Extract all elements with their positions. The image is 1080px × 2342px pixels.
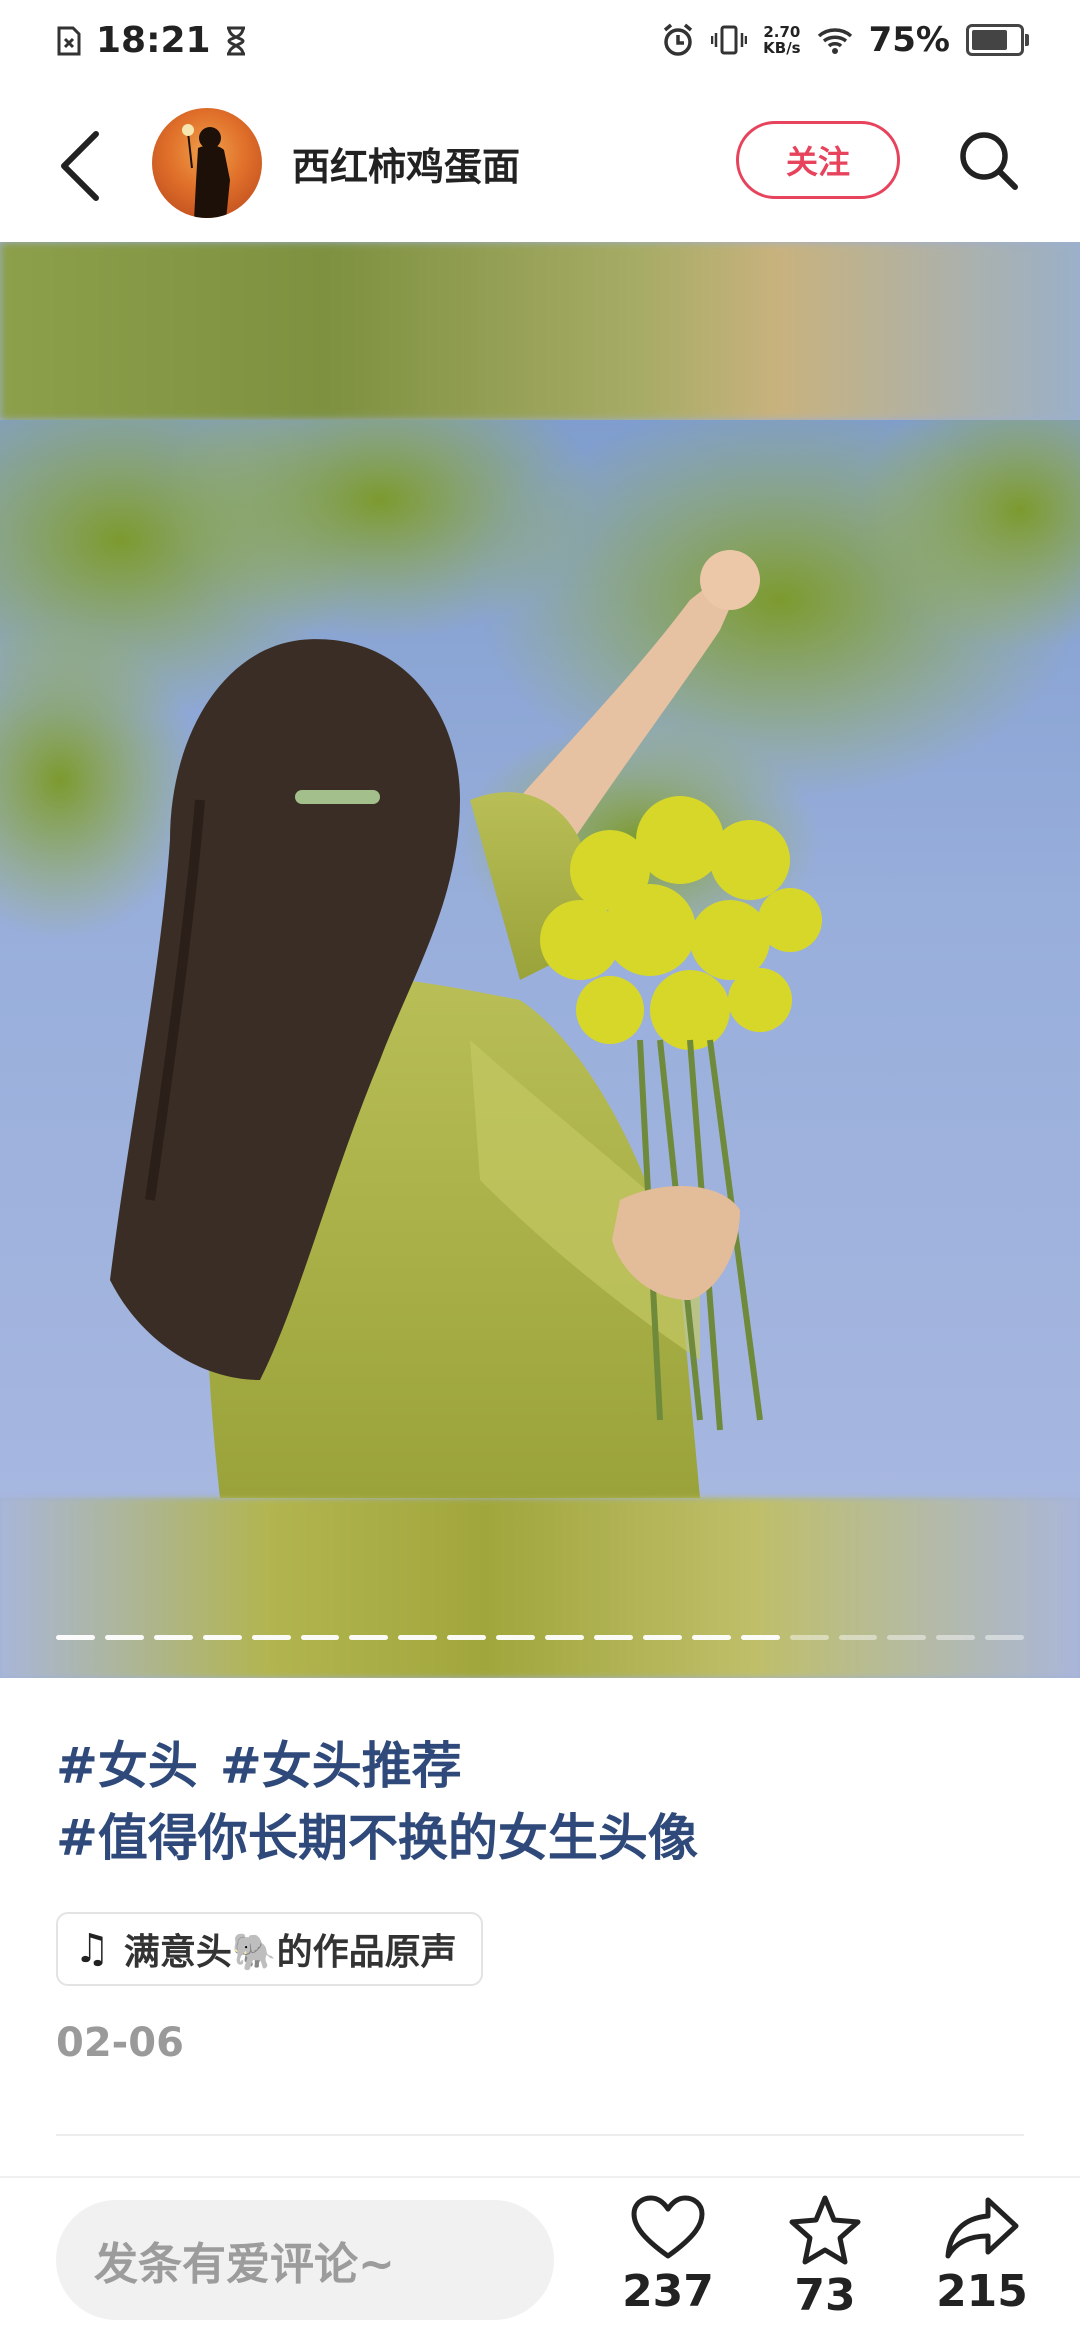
author-avatar[interactable] [152, 108, 262, 218]
sim-missing-icon [57, 26, 81, 55]
carousel-dot [496, 1635, 536, 1640]
hashtag-link[interactable]: #值得你长期不换的女生头像 [56, 1809, 698, 1867]
music-label: 满意头🐘的作品原声 [123, 1932, 457, 1973]
favorite-count: 73 [794, 2270, 856, 2321]
back-icon[interactable] [52, 128, 112, 204]
blurred-backdrop-bottom [0, 1498, 1080, 1678]
follow-button[interactable]: 关注 [736, 121, 900, 199]
carousel-page-indicator [56, 1635, 1025, 1643]
hashtag-link[interactable]: #女头 [56, 1737, 198, 1795]
alarm-icon [664, 23, 693, 56]
carousel-dot [56, 1635, 95, 1640]
battery-percent: 75% [868, 20, 950, 60]
heart-icon [631, 2195, 705, 2259]
post-header: 西红柿鸡蛋面 关注 [0, 100, 1080, 230]
carousel-dot [398, 1635, 438, 1640]
image-carousel[interactable] [0, 242, 1080, 1678]
status-bar: 18:21 2.70 KB/s 75% [0, 0, 1080, 84]
wifi-icon [817, 28, 852, 54]
share-arrow-icon [945, 2197, 1019, 2259]
battery-icon [966, 24, 1029, 56]
carousel-dot [789, 1635, 829, 1640]
vibrate-icon [711, 25, 748, 55]
carousel-dot [300, 1635, 340, 1640]
carousel-dot [447, 1635, 487, 1640]
search-icon[interactable] [954, 126, 1022, 194]
carousel-dot [104, 1635, 144, 1640]
status-time: 18:21 [96, 20, 211, 61]
carousel-dot [202, 1635, 242, 1640]
post-tags: #女头 #女头推荐 #值得你长期不换的女生头像 [56, 1730, 1036, 1874]
music-note-icon: ♫ [74, 1926, 110, 1972]
like-button[interactable]: 237 [608, 2194, 728, 2317]
bottom-action-bar: 发条有爱评论~ 237 73 215 [0, 2176, 1080, 2342]
hashtag-link[interactable]: #女头推荐 [220, 1737, 462, 1795]
carousel-dot [740, 1635, 780, 1640]
hourglass-icon [226, 26, 245, 55]
avatar-silhouette-icon [182, 124, 230, 218]
carousel-dot [251, 1635, 291, 1640]
music-chip[interactable]: ♫ 满意头🐘的作品原声 [56, 1912, 483, 1986]
carousel-dot [153, 1635, 193, 1640]
carousel-dot [838, 1635, 878, 1640]
share-count: 215 [936, 2266, 1028, 2317]
like-count: 237 [622, 2266, 714, 2317]
favorite-button[interactable]: 73 [765, 2194, 885, 2321]
comment-input[interactable]: 发条有爱评论~ [56, 2200, 554, 2320]
divider [56, 2134, 1024, 2136]
carousel-dot [642, 1635, 682, 1640]
share-button[interactable]: 215 [922, 2194, 1042, 2317]
network-speed: 2.70 KB/s [763, 23, 801, 57]
blurred-backdrop-top [0, 242, 1080, 420]
post-date: 02-06 [56, 2020, 184, 2066]
post-photo[interactable] [0, 420, 1080, 1498]
star-icon [789, 2195, 861, 2265]
carousel-dot [593, 1635, 633, 1640]
girl-with-flowers-illustration [0, 420, 1080, 1498]
carousel-dot [936, 1635, 976, 1640]
author-name[interactable]: 西红柿鸡蛋面 [292, 136, 520, 191]
carousel-dot [691, 1635, 731, 1640]
carousel-dot [545, 1635, 584, 1640]
carousel-dot [887, 1635, 927, 1640]
carousel-dot [985, 1635, 1025, 1640]
carousel-dot [349, 1635, 389, 1640]
